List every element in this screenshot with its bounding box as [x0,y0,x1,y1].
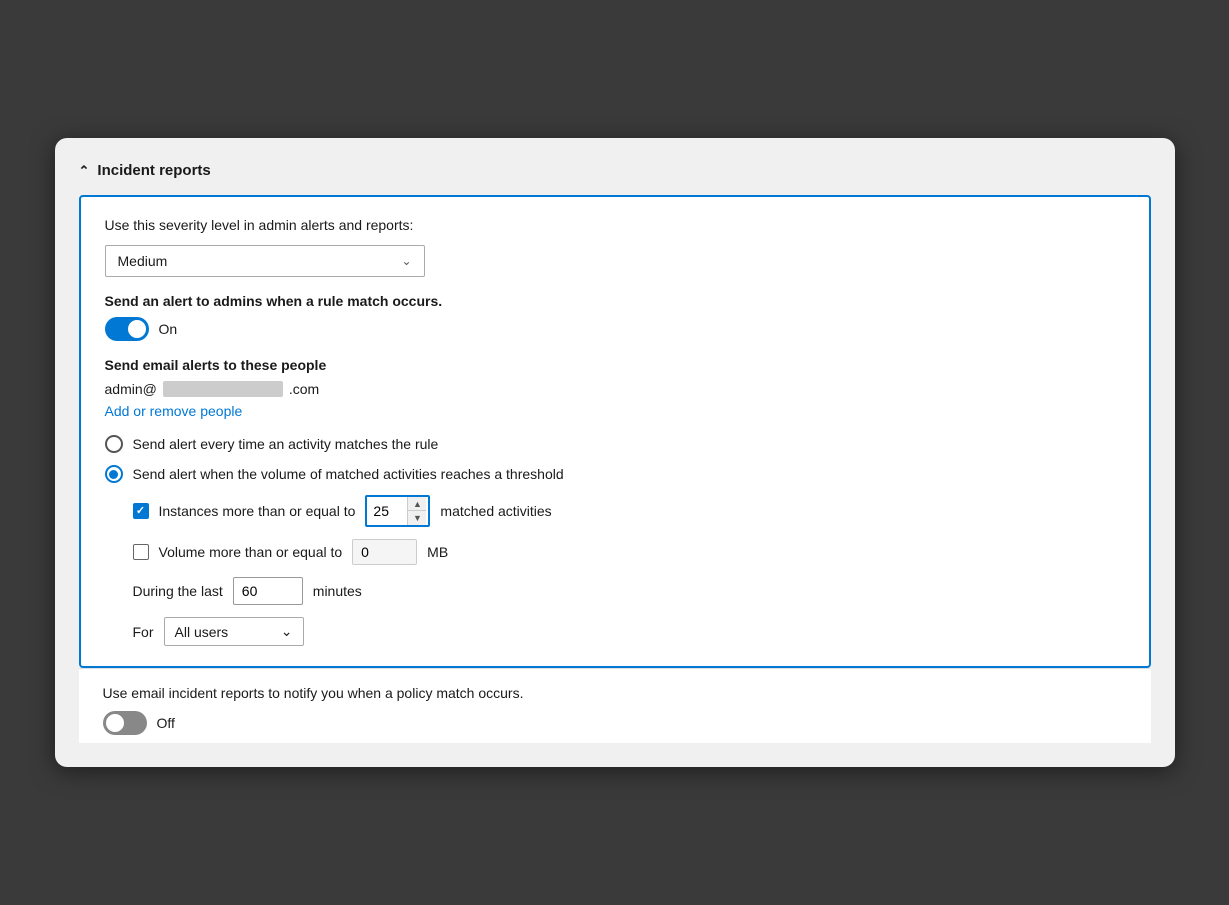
severity-label: Use this severity level in admin alerts … [105,217,1125,233]
during-unit: minutes [313,583,362,599]
severity-chevron-icon: ⌄ [401,254,411,268]
bottom-toggle-label: Off [157,715,175,731]
bottom-toggle-knob [106,714,124,732]
volume-input[interactable] [352,539,417,565]
radio-option2-label: Send alert when the volume of matched ac… [133,466,564,482]
email-alerts-label: Send email alerts to these people [105,357,1125,373]
admin-alert-row: Send an alert to admins when a rule matc… [105,293,1125,341]
for-selected: All users [175,624,229,640]
severity-section: Use this severity level in admin alerts … [105,217,1125,233]
email-prefix: admin@ [105,381,157,397]
email-alerts-section: Send email alerts to these people admin@… [105,357,1125,419]
radio-option1[interactable] [105,435,123,453]
email-redacted [163,381,283,397]
chevron-up-icon: ⌃ [79,163,90,179]
admin-alert-toggle[interactable] [105,317,149,341]
admin-alert-label: Send an alert to admins when a rule matc… [105,293,1125,341]
radio-option1-label: Send alert every time an activity matche… [133,436,439,452]
instances-label: Instances more than or equal to [159,503,356,519]
instances-checkbox[interactable] [133,503,149,519]
during-label: During the last [133,583,223,599]
bottom-toggle-row: Off [103,711,1127,735]
admin-alert-toggle-knob [128,320,146,338]
volume-unit: MB [427,544,448,560]
volume-checkbox[interactable] [133,544,149,560]
add-remove-people-button[interactable]: Add or remove people [105,403,243,419]
for-row: For All users ⌄ [133,617,1125,646]
admin-alert-text: Send an alert to admins when a rule matc… [105,293,1125,309]
during-row: During the last minutes [133,577,1125,605]
instances-row: Instances more than or equal to ▲ ▼ matc… [133,495,1125,527]
matched-activities-label: matched activities [440,503,551,519]
for-chevron-icon: ⌄ [281,623,293,640]
severity-selected: Medium [118,253,168,269]
during-input[interactable] [233,577,303,605]
admin-alert-toggle-label: On [159,321,178,337]
radio-option2-row[interactable]: Send alert when the volume of matched ac… [105,465,1125,483]
alert-options-section: Send alert every time an activity matche… [105,435,1125,483]
instances-spinner: ▲ ▼ [407,497,426,525]
threshold-section: Instances more than or equal to ▲ ▼ matc… [133,495,1125,646]
for-label: For [133,624,154,640]
outer-card: ⌃ Incident reports Use this severity lev… [55,138,1175,767]
instances-spin-up[interactable]: ▲ [408,497,426,511]
bottom-section: Use email incident reports to notify you… [79,668,1151,743]
volume-label: Volume more than or equal to [159,544,343,560]
inner-card: Use this severity level in admin alerts … [79,195,1151,668]
radio-option1-row[interactable]: Send alert every time an activity matche… [105,435,1125,453]
severity-dropdown[interactable]: Medium ⌄ [105,245,425,277]
email-suffix: .com [289,381,319,397]
instances-input-wrapper: ▲ ▼ [365,495,430,527]
for-dropdown[interactable]: All users ⌄ [164,617,304,646]
bottom-toggle[interactable] [103,711,147,735]
section-header: ⌃ Incident reports [79,162,1151,179]
radio-option2[interactable] [105,465,123,483]
instances-input[interactable] [367,499,407,523]
bottom-label: Use email incident reports to notify you… [103,685,1127,701]
instances-spin-down[interactable]: ▼ [408,511,426,525]
section-title: Incident reports [97,162,210,179]
volume-row: Volume more than or equal to MB [133,539,1125,565]
admin-email-row: admin@ .com [105,381,1125,397]
